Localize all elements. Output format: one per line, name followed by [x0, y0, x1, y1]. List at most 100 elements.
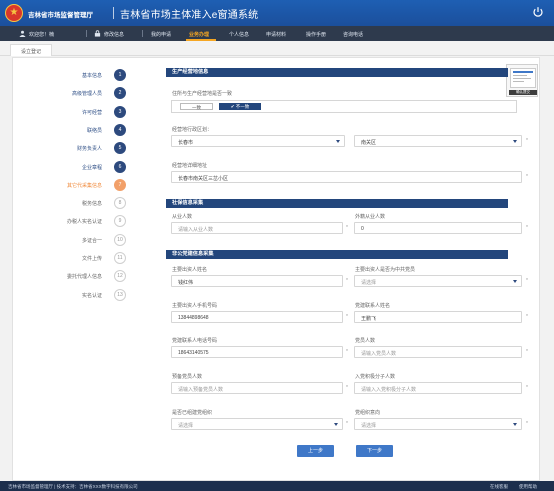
required-mark: *: [346, 349, 348, 355]
radio-different[interactable]: ✔ 不一致: [219, 103, 261, 110]
required-mark: *: [526, 314, 528, 320]
step-number-badge: 3: [114, 105, 126, 118]
step-label: 联络员: [86, 127, 102, 134]
nav-bar: 欢迎您！楠 修改信息 我的申请 业务办理 个人信息 申请材料 操作手册 咨询电话: [0, 26, 554, 41]
party-contact-phone-input[interactable]: 18643140575: [171, 346, 343, 358]
section-business-place: 生产经营地信息: [166, 68, 508, 77]
tab-registration[interactable]: 设立登记: [10, 44, 52, 56]
org-built-select[interactable]: 请选择: [171, 418, 343, 430]
investor-party-placeholder: 请选择: [361, 280, 377, 286]
investor-party-label: 主要出资人是否为中共党员: [355, 267, 416, 273]
step-item[interactable]: 其它代采集信息 7: [12, 178, 152, 191]
required-mark: *: [526, 385, 528, 391]
radio-same[interactable]: 一致: [180, 103, 213, 110]
step-item[interactable]: 文件上传 11: [12, 252, 152, 264]
party-intent-placeholder: 请选择: [361, 423, 377, 429]
footer-online-service[interactable]: 在线客服: [490, 484, 508, 490]
step-number-badge: 7: [114, 178, 126, 191]
step-number-badge: 12: [114, 270, 126, 283]
required-mark: *: [526, 225, 528, 231]
nav-business[interactable]: 业务办理: [189, 31, 209, 38]
required-mark: *: [346, 314, 348, 320]
nav-separator: [142, 30, 143, 37]
footer-help[interactable]: 使用帮助: [519, 484, 537, 490]
step-label: 高级管理人员: [71, 91, 102, 98]
region-city-select[interactable]: 长春市: [171, 135, 345, 147]
step-item[interactable]: 高级管理人员 2: [12, 87, 152, 100]
foreign-employees-input[interactable]: 0: [354, 222, 522, 234]
step-item[interactable]: 联络员 4: [12, 123, 152, 136]
step-item[interactable]: 企业章程 6: [12, 160, 152, 173]
agency-name: 吉林省市场监督管理厅: [28, 12, 93, 19]
party-contact-input[interactable]: 王鹏飞: [354, 311, 522, 323]
step-label: 多证合一: [81, 237, 102, 244]
document-preview-icon: [510, 68, 536, 88]
step-label: 财务负责人: [76, 146, 102, 153]
detail-address-input[interactable]: 长春市南关区三岔小区: [171, 171, 522, 183]
activists-label: 入党积极分子人数: [355, 374, 396, 380]
prev-step-button[interactable]: 上一步: [297, 445, 334, 457]
step-label: 实名认证: [81, 292, 102, 299]
step-label: 基本信息: [81, 73, 102, 79]
step-item[interactable]: 办税人实名认证 9: [12, 215, 152, 228]
step-label: 文件上传: [81, 256, 102, 262]
investor-name-input[interactable]: 钱红伟: [171, 275, 343, 287]
submit-widget[interactable]: 确认提交: [506, 64, 538, 97]
required-mark: *: [526, 278, 528, 284]
system-title: 吉林省市场主体准入e窗通系统: [120, 10, 259, 21]
investor-party-select[interactable]: 请选择: [354, 275, 522, 287]
foreign-employees-label: 外籍从业人数: [355, 214, 386, 220]
step-item[interactable]: 财务负责人 5: [12, 142, 152, 155]
welcome-text: 欢迎您！楠: [29, 31, 55, 38]
nav-manual[interactable]: 操作手册: [306, 31, 326, 38]
nav-hotline[interactable]: 咨询电话: [343, 31, 363, 38]
step-item[interactable]: 多证合一 10: [12, 233, 152, 246]
chevron-down-icon: [513, 280, 517, 283]
user-icon: [19, 30, 26, 37]
employees-input[interactable]: 请输入从业人数: [171, 222, 343, 234]
step-number-badge: 10: [114, 233, 126, 246]
edit-info-link[interactable]: 修改信息: [104, 31, 124, 38]
step-label: 其它代采集信息: [66, 182, 102, 189]
chevron-down-icon: [513, 140, 517, 143]
required-mark: *: [346, 385, 348, 391]
next-step-button[interactable]: 下一步: [356, 445, 393, 457]
investor-phone-label: 主要出资人手机号码: [172, 303, 218, 309]
power-icon[interactable]: [532, 6, 544, 18]
nav-personal-info[interactable]: 个人信息: [229, 31, 249, 38]
step-number-badge: 13: [114, 288, 126, 301]
header-divider: [113, 7, 114, 19]
required-mark: *: [346, 225, 348, 231]
region-district-select[interactable]: 南关区: [354, 135, 522, 147]
nav-my-applications[interactable]: 我的申请: [151, 31, 171, 38]
required-mark: *: [526, 138, 528, 144]
nav-materials[interactable]: 申请材料: [266, 31, 286, 38]
step-item[interactable]: 基本信息 1: [12, 69, 152, 81]
prob-members-label: 预备党员人数: [172, 374, 203, 380]
step-label: 许可经营: [81, 109, 102, 116]
org-built-label: 是否已组建党组织: [172, 410, 213, 416]
org-built-placeholder: 请选择: [178, 423, 194, 429]
step-number-badge: 6: [114, 160, 126, 173]
party-members-input[interactable]: 请输入党员人数: [354, 346, 522, 358]
step-item[interactable]: 许可经营 3: [12, 105, 152, 118]
activists-input[interactable]: 请输入入党积极分子人数: [354, 382, 522, 394]
same-address-label: 住所与生产经营地是否一致: [172, 91, 233, 97]
header: ★ 吉林省市场监督管理厅 吉林省市场主体准入e窗通系统: [0, 0, 554, 26]
investor-phone-input[interactable]: 13844898648: [171, 311, 343, 323]
investor-name-label: 主要出资人姓名: [172, 267, 208, 273]
step-number-badge: 1: [114, 69, 126, 81]
prob-members-input[interactable]: 请输入预备党员人数: [171, 382, 343, 394]
party-contact-label: 党建联系人姓名: [355, 303, 391, 309]
chevron-down-icon: [334, 423, 338, 426]
step-item[interactable]: 税务信息 8: [12, 197, 152, 210]
region-city-value: 长春市: [178, 140, 194, 146]
required-mark: *: [526, 421, 528, 427]
step-item[interactable]: 委托代理人信息 12: [12, 270, 152, 283]
section-party-building: 非公党建信息采集: [166, 250, 508, 259]
step-item[interactable]: 实名认证 13: [12, 288, 152, 301]
step-number-badge: 4: [114, 123, 126, 136]
nav-separator: [86, 30, 87, 37]
party-intent-select[interactable]: 请选择: [354, 418, 522, 430]
footer-copyright: 吉林省市场监督管理厅 | 技术支持：吉林省XXX数字科技有限公司: [8, 483, 138, 489]
